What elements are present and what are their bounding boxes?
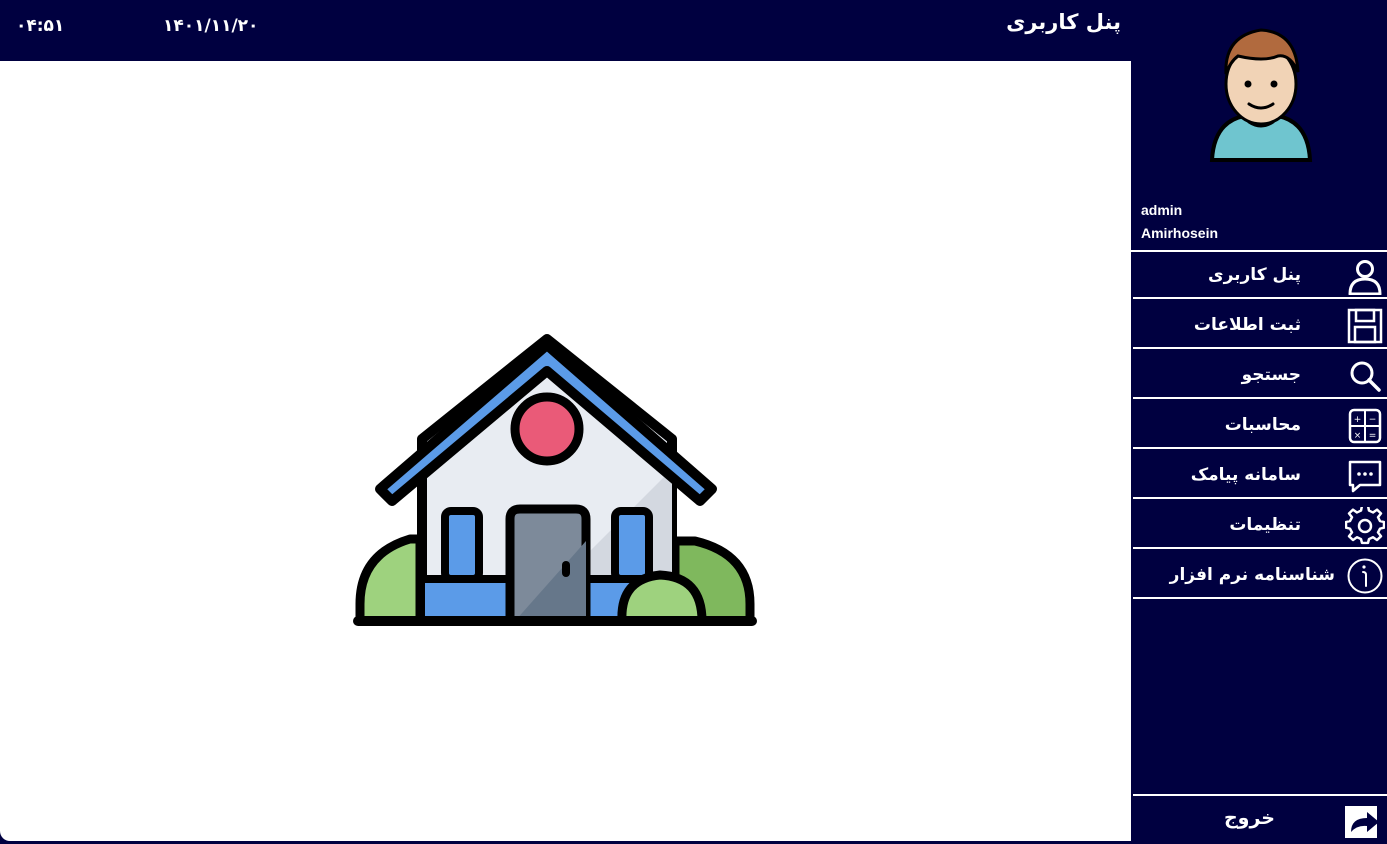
user-info: admin Amirhosein <box>1141 199 1218 245</box>
message-icon <box>1345 457 1385 495</box>
logout-label: خروج <box>1223 807 1275 829</box>
sidebar-item-label: سامانه پیامک <box>1190 465 1301 485</box>
main-content <box>0 61 1131 841</box>
search-icon <box>1345 357 1385 395</box>
sidebar-item-label: پنل کاربری <box>1207 265 1301 285</box>
sidebar-item-settings[interactable]: تنظیمات <box>1133 503 1387 549</box>
divider <box>1131 250 1387 252</box>
current-date: ۱۴۰۱/۱۱/۲۰ <box>163 16 259 36</box>
logout-button[interactable]: خروج <box>1133 794 1387 841</box>
sidebar-item-search[interactable]: جستجو <box>1133 353 1387 399</box>
svg-text:−: − <box>1369 415 1377 425</box>
user-icon <box>1345 257 1385 295</box>
gear-icon <box>1345 507 1385 545</box>
page-title: پنل کاربری <box>1006 10 1121 34</box>
sidebar: admin Amirhosein پنل کاربری ثبت اطلاعات … <box>1131 0 1387 841</box>
sidebar-item-calculations[interactable]: محاسبات + − × = <box>1133 403 1387 449</box>
sidebar-item-label: شناسنامه نرم افزار <box>1169 565 1335 585</box>
top-bar: ۰۴:۵۱ ۱۴۰۱/۱۱/۲۰ پنل کاربری <box>0 0 1131 61</box>
sidebar-item-label: جستجو <box>1241 365 1301 385</box>
sidebar-item-software-info[interactable]: شناسنامه نرم افزار <box>1133 553 1387 599</box>
svg-text:×: × <box>1354 431 1362 441</box>
logout-icon <box>1343 800 1383 840</box>
svg-text:=: = <box>1369 431 1377 441</box>
info-icon <box>1345 557 1385 595</box>
sidebar-item-label: تنظیمات <box>1229 515 1301 535</box>
sidebar-item-data-entry[interactable]: ثبت اطلاعات <box>1133 303 1387 349</box>
home-illustration-icon <box>353 334 757 626</box>
svg-text:+: + <box>1354 415 1362 425</box>
sidebar-item-user-panel[interactable]: پنل کاربری <box>1133 253 1387 299</box>
sidebar-item-label: محاسبات <box>1224 415 1301 435</box>
calculator-icon: + − × = <box>1345 407 1385 445</box>
sidebar-item-sms-system[interactable]: سامانه پیامک <box>1133 453 1387 499</box>
clock-time: ۰۴:۵۱ <box>16 16 65 36</box>
user-role: admin <box>1141 202 1183 218</box>
avatar <box>1209 28 1313 162</box>
save-icon <box>1345 307 1385 345</box>
sidebar-item-label: ثبت اطلاعات <box>1193 315 1301 335</box>
user-name: Amirhosein <box>1141 225 1219 241</box>
